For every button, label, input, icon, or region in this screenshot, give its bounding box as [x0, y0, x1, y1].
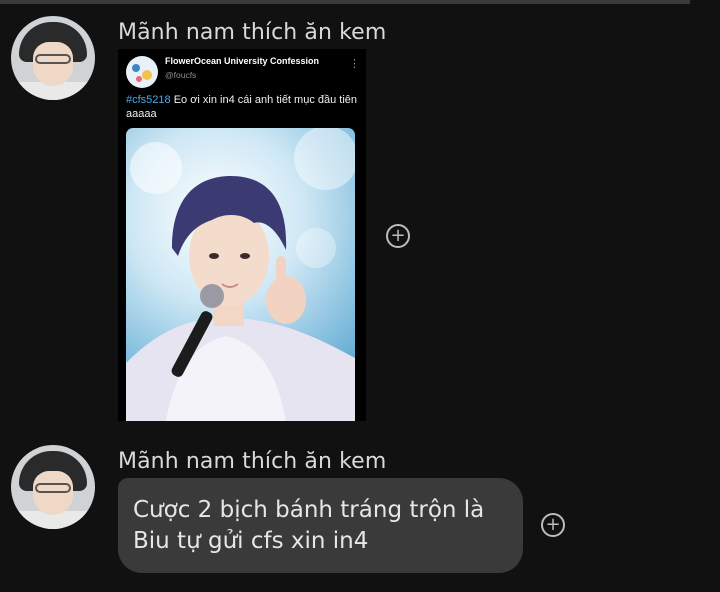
avatar[interactable]	[11, 445, 95, 529]
post-photo[interactable]	[126, 128, 355, 421]
sender-name: Mãnh nam thích ăn kem	[118, 20, 387, 45]
message-line: Biu tự gửi cfs xin in4	[133, 528, 369, 554]
plus-circle-icon[interactable]: +	[541, 513, 565, 537]
post-text: #cfs5218 Eo ơi xin in4 cái anh tiết mục …	[126, 93, 358, 121]
avatar[interactable]	[11, 16, 95, 100]
avatar-face	[33, 42, 73, 86]
top-divider	[0, 0, 690, 4]
more-vertical-icon[interactable]: ⋮	[349, 57, 360, 70]
sender-name: Mãnh nam thích ăn kem	[118, 449, 387, 474]
shared-post-card[interactable]: FlowerOcean University Confession @foucf…	[118, 49, 366, 421]
plus-circle-icon[interactable]: +	[386, 224, 410, 248]
post-page-name: FlowerOcean University Confession	[165, 56, 320, 66]
performer-illustration	[126, 128, 355, 421]
message-line: Cược 2 bịch bánh tráng trộn là	[133, 497, 485, 523]
post-handle: @foucfs	[165, 70, 197, 80]
avatar-glasses	[35, 54, 71, 64]
post-hashtag[interactable]: #cfs5218	[126, 94, 171, 106]
avatar-face	[33, 471, 73, 515]
message-bubble[interactable]: Cược 2 bịch bánh tráng trộn là Biu tự gử…	[118, 478, 523, 573]
avatar-glasses	[35, 483, 71, 493]
page-logo	[126, 56, 158, 88]
